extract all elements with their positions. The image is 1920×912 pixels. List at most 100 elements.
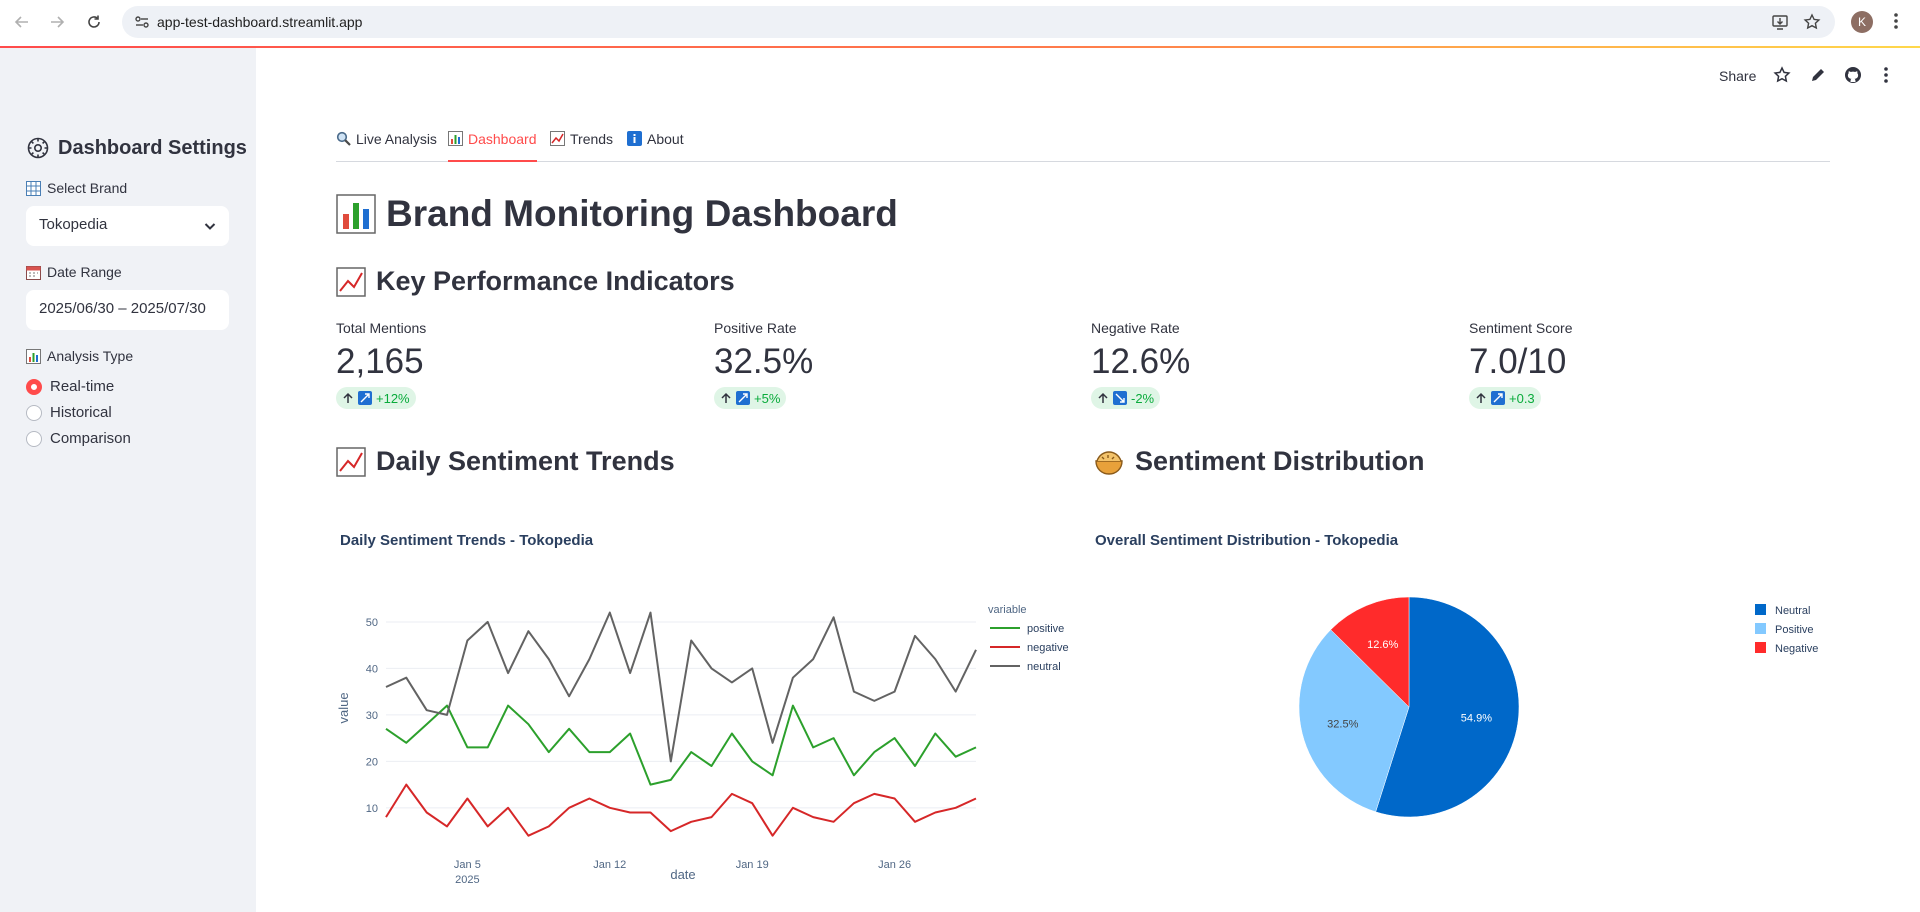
- bar-chart-icon: [26, 348, 41, 364]
- pie-slice-label: 54.9%: [1461, 712, 1492, 724]
- arrow-up-icon: [721, 392, 731, 403]
- metric-value: 12.6%: [1091, 342, 1191, 381]
- y-axis-label: value: [336, 692, 351, 723]
- metric-delta: +0.3: [1469, 387, 1541, 409]
- series-line-negative[interactable]: [385, 783, 977, 837]
- tab-trends[interactable]: Trends: [550, 131, 613, 162]
- distribution-heading: Sentiment Distribution: [1093, 446, 1425, 477]
- legend-label-positive[interactable]: Positive: [1775, 624, 1814, 636]
- metric-negative-rate: Negative Rate 12.6% -2%: [1091, 320, 1411, 409]
- star-icon[interactable]: [1773, 66, 1791, 84]
- legend-label-positive[interactable]: positive: [1027, 623, 1064, 635]
- reload-button[interactable]: [82, 10, 106, 34]
- forward-button[interactable]: [45, 10, 69, 34]
- x-tick-label: Jan 19: [736, 859, 769, 871]
- bookmark-star-icon[interactable]: [1803, 13, 1821, 31]
- metric-delta-text: -2%: [1131, 390, 1155, 406]
- metric-total-mentions: Total Mentions 2,165 +12%: [336, 320, 656, 409]
- series-line-neutral[interactable]: [385, 611, 977, 763]
- legend-swatch-positive[interactable]: [1755, 623, 1766, 634]
- pie-slice-label: 32.5%: [1327, 718, 1358, 730]
- legend-label-neutral[interactable]: Neutral: [1775, 605, 1810, 617]
- radio-label: Historical: [50, 404, 112, 421]
- date-range-value: 2025/06/30 – 2025/07/30: [39, 300, 206, 317]
- url-text[interactable]: app-test-dashboard.streamlit.app: [157, 14, 362, 30]
- distribution-heading-text: Sentiment Distribution: [1135, 446, 1425, 476]
- tab-dashboard[interactable]: Dashboard: [448, 131, 537, 162]
- radio-label: Real-time: [50, 378, 115, 395]
- date-range-input[interactable]: 2025/06/30 – 2025/07/30: [26, 290, 229, 330]
- metric-value: 7.0/10: [1469, 342, 1567, 381]
- browser-menu-icon[interactable]: [1893, 11, 1899, 31]
- y-tick-label: 50: [366, 617, 378, 629]
- metric-delta-text: +12%: [376, 390, 410, 406]
- brand-select[interactable]: Tokopedia: [26, 206, 229, 246]
- date-label: Date Range: [26, 264, 122, 280]
- brand-select-value: Tokopedia: [39, 216, 108, 233]
- reload-icon: [88, 15, 100, 28]
- x-tick-label: Jan 5: [454, 859, 481, 871]
- forward-arrow-icon: [51, 16, 65, 28]
- chart-decreasing-icon: [1113, 391, 1127, 405]
- brand-label: Select Brand: [26, 180, 127, 196]
- back-button[interactable]: [10, 10, 34, 34]
- tab-live-analysis[interactable]: Live Analysis: [336, 131, 437, 162]
- magnifier-icon: [336, 131, 351, 146]
- radio-button[interactable]: [26, 404, 42, 421]
- install-app-icon[interactable]: [1771, 13, 1789, 31]
- calendar-icon: [26, 265, 41, 280]
- arrow-up-icon: [343, 392, 353, 403]
- metric-sentiment-score: Sentiment Score 7.0/10 +0.3: [1469, 320, 1789, 409]
- metric-delta-text: +5%: [754, 390, 781, 406]
- chevron-down-icon: [204, 223, 216, 230]
- kpi-heading: Key Performance Indicators: [336, 266, 735, 297]
- app-menu-icon[interactable]: [1883, 66, 1889, 84]
- browser-chrome: app-test-dashboard.streamlit.app K: [0, 0, 1920, 46]
- page-title: Brand Monitoring Dashboard: [336, 193, 898, 235]
- x-tick-label: Jan 12: [593, 859, 626, 871]
- chart-increasing-icon: [736, 391, 750, 405]
- tab-about[interactable]: About: [627, 131, 684, 162]
- sidebar-title-text: Dashboard Settings: [58, 136, 247, 159]
- metric-value: 32.5%: [714, 342, 814, 381]
- bar-chart-icon: [448, 131, 463, 146]
- metric-delta: +12%: [336, 387, 416, 409]
- github-icon[interactable]: [1844, 66, 1862, 84]
- share-button[interactable]: Share: [1719, 64, 1756, 88]
- page-title-text: Brand Monitoring Dashboard: [386, 193, 898, 234]
- app-decoration-bar: [0, 46, 1920, 48]
- legend-label-negative[interactable]: negative: [1027, 642, 1069, 654]
- legend-swatch-negative[interactable]: [1755, 642, 1766, 653]
- site-info-icon[interactable]: [134, 14, 150, 30]
- address-bar[interactable]: app-test-dashboard.streamlit.app: [122, 6, 1835, 38]
- tab-bar: Live Analysis Dashboard Trends About: [336, 128, 1830, 162]
- metric-delta-text: +0.3: [1509, 390, 1535, 406]
- radio-comparison[interactable]: Comparison: [26, 430, 131, 447]
- metric-positive-rate: Positive Rate 32.5% +5%: [714, 320, 1034, 409]
- y-tick-label: 40: [366, 663, 378, 675]
- pie-chart[interactable]: 54.9% 32.5% 12.6% Neutral Positive Negative: [1295, 590, 1835, 830]
- arrow-up-icon: [1098, 392, 1108, 403]
- profile-avatar[interactable]: K: [1851, 11, 1873, 33]
- chart-increasing-icon: [1491, 391, 1505, 405]
- tab-label: Live Analysis: [356, 131, 437, 147]
- legend-label-neutral[interactable]: neutral: [1027, 661, 1061, 673]
- y-tick-label: 20: [366, 756, 378, 768]
- metric-label: Total Mentions: [336, 320, 427, 336]
- radio-real-time[interactable]: Real-time: [26, 378, 114, 395]
- arrow-up-icon: [1476, 392, 1486, 403]
- metric-delta: +5%: [714, 387, 787, 409]
- info-icon: [627, 131, 642, 146]
- radio-button-selected[interactable]: [26, 378, 42, 395]
- line-chart[interactable]: 10 20 30 40 50 Jan 5 2025 Jan 12 Jan 19 Jan 26 v…: [336, 590, 1076, 890]
- radio-historical[interactable]: Historical: [26, 404, 112, 421]
- edit-pencil-icon[interactable]: [1810, 67, 1826, 83]
- radio-button[interactable]: [26, 430, 42, 447]
- legend-title: variable: [988, 604, 1027, 616]
- legend-label-negative[interactable]: Negative: [1775, 643, 1818, 655]
- trends-heading: Daily Sentiment Trends: [336, 446, 675, 477]
- date-label-text: Date Range: [47, 264, 122, 280]
- metric-label: Negative Rate: [1091, 320, 1180, 336]
- series-line-positive[interactable]: [385, 704, 977, 786]
- legend-swatch-neutral[interactable]: [1755, 604, 1766, 615]
